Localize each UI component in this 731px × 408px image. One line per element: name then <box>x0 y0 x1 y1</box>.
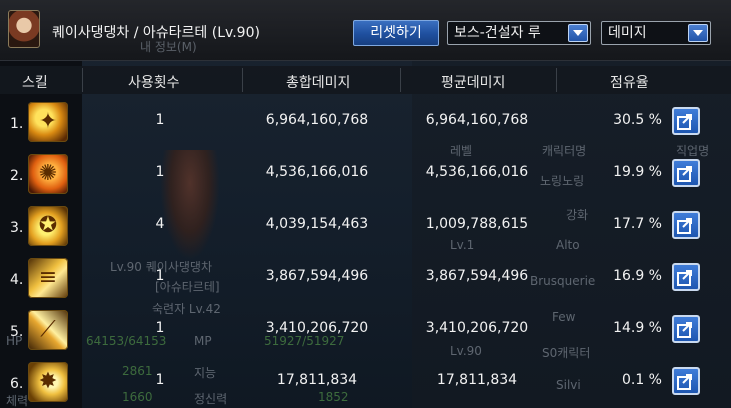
export-icon <box>677 374 692 390</box>
skill-2-icon: ✺ <box>28 154 68 194</box>
row-share: 17.7 % <box>613 216 662 232</box>
table-row: 5. ⟋ 1 3,410,206,720 3,410,206,720 14.9 … <box>0 304 731 356</box>
row-uses: 1 <box>155 320 165 336</box>
export-icon <box>677 114 692 130</box>
column-uses[interactable]: 사용횟수 <box>128 72 180 92</box>
export-icon <box>677 270 692 286</box>
column-skill[interactable]: 스킬 <box>22 72 48 92</box>
damage-meter-header: 퀘이사댕댕차 / 아슈타르테 (Lv.90) 내 정보(M) 리셋하기 보스-건… <box>0 0 731 61</box>
row-avg-damage: 3,410,206,720 <box>425 320 529 336</box>
row-avg-damage: 6,964,160,768 <box>425 112 529 128</box>
row-rank: 2. <box>10 168 24 184</box>
row-avg-damage: 3,867,594,496 <box>425 268 529 284</box>
table-row: 4. ≡ 1 3,867,594,496 3,867,594,496 16.9 … <box>0 252 731 304</box>
row-total-damage: 4,039,154,463 <box>265 216 369 232</box>
skill-damage-table: 1. ✦ 1 6,964,160,768 6,964,160,768 30.5 … <box>0 96 731 408</box>
column-divider <box>242 68 243 92</box>
reset-button[interactable]: 리셋하기 <box>353 20 439 46</box>
export-icon <box>677 218 692 234</box>
row-rank: 4. <box>10 272 24 288</box>
bg-info-label: 내 정보(M) <box>140 40 197 54</box>
column-total-damage[interactable]: 총합데미지 <box>286 72 350 92</box>
skill-4-icon: ≡ <box>28 258 68 298</box>
row-uses: 1 <box>155 268 165 284</box>
table-row: 1. ✦ 1 6,964,160,768 6,964,160,768 30.5 … <box>0 96 731 148</box>
table-row: 2. ✺ 1 4,536,166,016 4,536,166,016 19.9 … <box>0 148 731 200</box>
row-uses: 1 <box>155 112 165 128</box>
boss-select[interactable]: 보스-건설자 루 <box>447 21 591 45</box>
row-rank: 3. <box>10 220 24 236</box>
column-divider <box>400 68 401 92</box>
row-total-damage: 3,410,206,720 <box>265 320 369 336</box>
column-divider <box>82 68 83 92</box>
character-avatar <box>8 10 40 48</box>
table-row: 3. ✪ 4 4,039,154,463 1,009,788,615 17.7 … <box>0 200 731 252</box>
skill-5-icon: ⟋ <box>28 310 68 350</box>
row-avg-damage: 1,009,788,615 <box>425 216 529 232</box>
share-export-button[interactable] <box>672 367 700 395</box>
skill-3-icon: ✪ <box>28 206 68 246</box>
row-share: 30.5 % <box>613 112 662 128</box>
share-export-button[interactable] <box>672 315 700 343</box>
row-share: 16.9 % <box>613 268 662 284</box>
column-share[interactable]: 점유율 <box>610 72 649 92</box>
row-uses: 1 <box>155 372 165 388</box>
chevron-down-icon[interactable] <box>568 24 588 42</box>
metric-select[interactable]: 데미지 <box>601 21 711 45</box>
row-uses: 1 <box>155 164 165 180</box>
row-rank: 5. <box>10 324 24 340</box>
row-share: 0.1 % <box>621 372 662 388</box>
row-share: 14.9 % <box>613 320 662 336</box>
share-export-button[interactable] <box>672 211 700 239</box>
row-share: 19.9 % <box>613 164 662 180</box>
row-uses: 4 <box>155 216 165 232</box>
column-header: 스킬 사용횟수 총합데미지 평균데미지 점유율 <box>0 66 731 94</box>
row-total-damage: 17,811,834 <box>276 372 358 388</box>
metric-select-value: 데미지 <box>608 25 647 41</box>
share-export-button[interactable] <box>672 263 700 291</box>
skill-6-icon: ✸ <box>28 362 68 402</box>
row-rank: 1. <box>10 116 24 132</box>
row-total-damage: 4,536,166,016 <box>265 164 369 180</box>
row-rank: 6. <box>10 376 24 392</box>
share-export-button[interactable] <box>672 107 700 135</box>
column-avg-damage[interactable]: 평균데미지 <box>441 72 505 92</box>
skill-1-icon: ✦ <box>28 102 68 142</box>
row-avg-damage: 4,536,166,016 <box>425 164 529 180</box>
column-divider <box>556 68 557 92</box>
export-icon <box>677 322 692 338</box>
row-avg-damage: 17,811,834 <box>436 372 518 388</box>
export-icon <box>677 166 692 182</box>
row-total-damage: 6,964,160,768 <box>265 112 369 128</box>
share-export-button[interactable] <box>672 159 700 187</box>
boss-select-value: 보스-건설자 루 <box>454 25 541 41</box>
table-row: 6. ✸ 1 17,811,834 17,811,834 0.1 % <box>0 356 731 408</box>
row-total-damage: 3,867,594,496 <box>265 268 369 284</box>
chevron-down-icon[interactable] <box>688 24 708 42</box>
